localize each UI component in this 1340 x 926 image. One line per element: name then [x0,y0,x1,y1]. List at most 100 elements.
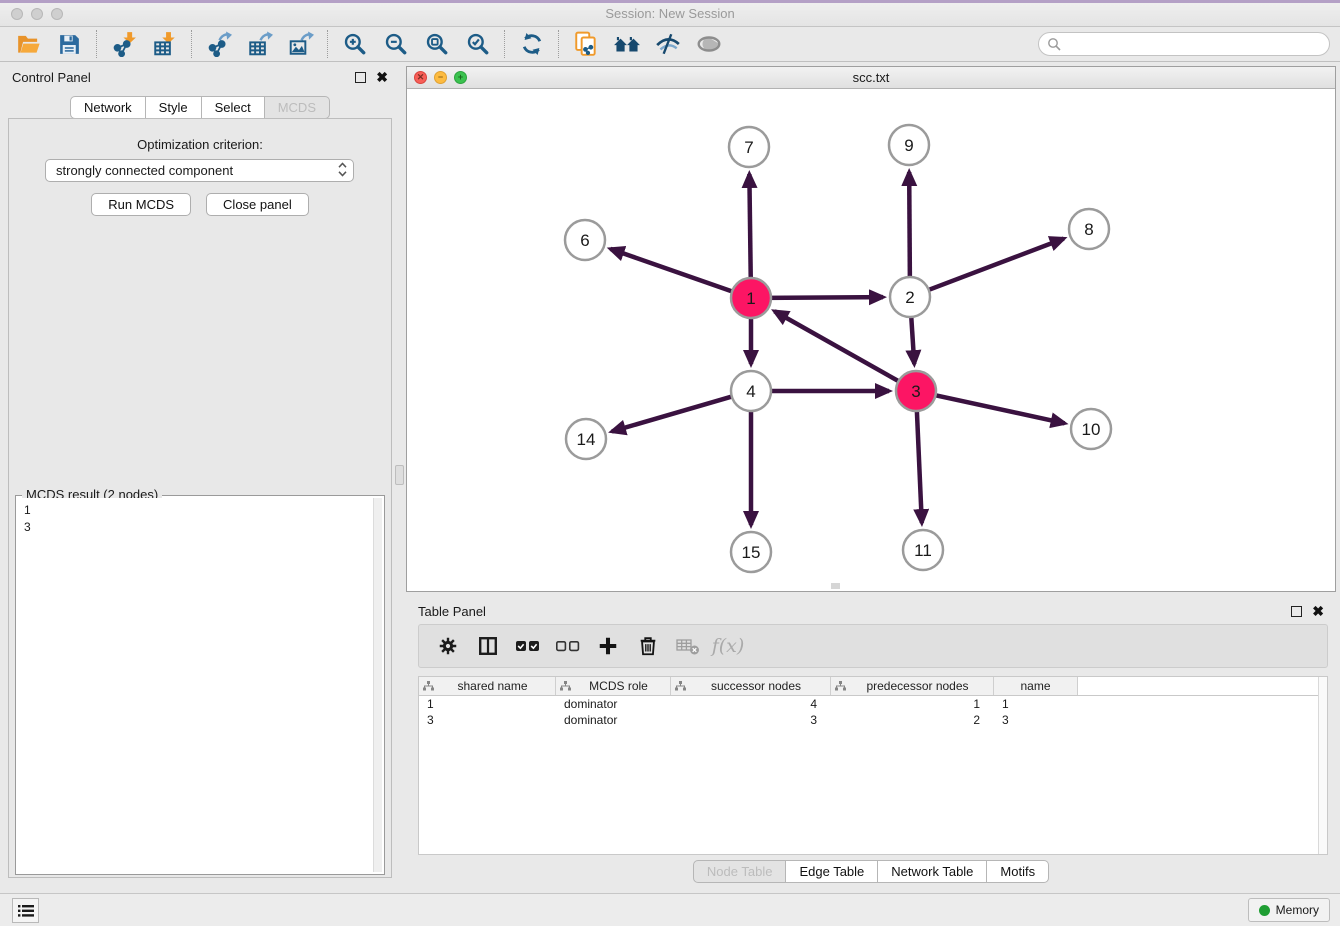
network-window-titlebar[interactable]: ✕ − + scc.txt [407,67,1335,89]
close-window-button[interactable] [11,8,23,20]
graph-node-9[interactable]: 9 [889,125,929,165]
table-cell[interactable]: 1 [994,697,1078,711]
graph-node-1[interactable]: 1 [731,278,771,318]
close-panel-button[interactable]: Close panel [206,193,309,216]
memory-button[interactable]: Memory [1248,898,1330,922]
graph-node-10[interactable]: 10 [1071,409,1111,449]
global-search-field[interactable] [1038,32,1330,56]
export-network-button[interactable] [198,29,239,60]
table-cell[interactable]: 3 [671,713,831,727]
search-input[interactable] [1061,37,1311,51]
table-cell[interactable]: dominator [556,697,671,711]
tab-select[interactable]: Select [202,96,265,119]
graph-node-4[interactable]: 4 [731,371,771,411]
edge-3-11[interactable] [917,407,922,523]
graph-node-2[interactable]: 2 [890,277,930,317]
table-cell[interactable]: 1 [419,697,556,711]
edge-4-14[interactable] [612,395,736,431]
table-row[interactable]: 1dominator411 [419,696,1327,712]
zoom-window-button[interactable] [51,8,63,20]
delete-table-button[interactable] [673,629,703,663]
tab-network[interactable]: Network [70,96,146,119]
apply-function-button[interactable]: f(x) [713,629,743,663]
edge-1-6[interactable] [610,249,735,293]
tab-motifs[interactable]: Motifs [987,860,1049,883]
add-column-button[interactable] [593,629,623,663]
table-cell[interactable]: 2 [831,713,994,727]
table-settings-button[interactable] [433,629,463,663]
node-label: 4 [746,382,755,401]
export-image-button[interactable] [280,29,321,60]
tab-style[interactable]: Style [146,96,202,119]
zoom-out-button[interactable] [375,29,416,60]
graph-node-14[interactable]: 14 [566,419,606,459]
deselect-all-rows-button[interactable] [553,629,583,663]
refresh-icon [519,31,545,57]
optimization-criterion-dropdown[interactable]: strongly connected component [45,159,354,182]
graph-node-3[interactable]: 3 [896,371,936,411]
select-all-rows-button[interactable] [513,629,543,663]
float-panel-icon[interactable] [355,72,366,83]
column-header-name[interactable]: name [994,677,1078,695]
edge-3-10[interactable] [932,394,1065,423]
minimize-window-button[interactable] [31,8,43,20]
graph-node-6[interactable]: 6 [565,220,605,260]
window-controls[interactable] [11,8,63,20]
zoom-fit-button[interactable] [416,29,457,60]
delete-table-icon [676,636,700,656]
network-canvas[interactable]: 7 9 6 8 1 2 4 3 14 10 15 11 [407,89,1335,592]
zoom-selected-button[interactable] [457,29,498,60]
export-table-button[interactable] [239,29,280,60]
column-header-shared-name[interactable]: shared name [419,677,556,695]
hide-selected-button[interactable] [647,29,688,60]
edge-1-7[interactable] [749,174,750,282]
column-header-predecessor-nodes[interactable]: predecessor nodes [831,677,994,695]
maximize-network-button[interactable]: + [454,71,467,84]
minimize-network-button[interactable]: − [434,71,447,84]
float-table-panel-icon[interactable] [1291,606,1302,617]
table-row[interactable]: 3dominator323 [419,712,1327,728]
show-all-button[interactable] [688,29,729,60]
close-network-button[interactable]: ✕ [414,71,427,84]
import-table-button[interactable] [144,29,185,60]
run-mcds-button[interactable]: Run MCDS [91,193,191,216]
column-header-successor-nodes[interactable]: successor nodes [671,677,831,695]
import-network-button[interactable] [103,29,144,60]
graph-node-11[interactable]: 11 [903,530,943,570]
result-scrollbar[interactable] [373,498,382,872]
tab-edge-table[interactable]: Edge Table [786,860,878,883]
table-cell[interactable]: dominator [556,713,671,727]
tab-network-table[interactable]: Network Table [878,860,987,883]
edge-2-8[interactable] [925,239,1064,292]
table-cell[interactable]: 3 [994,713,1078,727]
edge-2-3[interactable] [911,313,914,364]
open-session-button[interactable] [8,29,49,60]
graph-node-8[interactable]: 8 [1069,209,1109,249]
duplicate-network-button[interactable] [565,29,606,60]
table-cell[interactable]: 3 [419,713,556,727]
close-panel-icon[interactable]: ✖ [376,70,388,84]
graph-node-7[interactable]: 7 [729,127,769,167]
zoom-in-button[interactable] [334,29,375,60]
table-cell[interactable]: 4 [671,697,831,711]
first-neighbors-button[interactable] [606,29,647,60]
split-column-button[interactable] [473,629,503,663]
tab-node-table[interactable]: Node Table [693,860,787,883]
canvas-scrollbar-thumb[interactable] [831,583,840,589]
refresh-view-button[interactable] [511,29,552,60]
edge-1-2[interactable] [767,297,883,298]
tab-mcds[interactable]: MCDS [265,96,330,119]
save-session-button[interactable] [49,29,90,60]
panel-splitter-handle[interactable] [395,465,404,485]
edge-3-1[interactable] [775,311,903,383]
network-window-controls[interactable]: ✕ − + [414,71,467,84]
delete-column-button[interactable] [633,629,663,663]
column-header-MCDS-role[interactable]: MCDS role [556,677,671,695]
table-cell[interactable]: 1 [831,697,994,711]
graph-node-15[interactable]: 15 [731,532,771,572]
mcds-result-text[interactable]: 1 3 [18,498,372,872]
task-history-button[interactable] [12,898,39,923]
table-scrollbar[interactable] [1318,677,1327,854]
close-table-panel-icon[interactable]: ✖ [1312,604,1324,618]
edge-2-9[interactable] [909,172,910,281]
